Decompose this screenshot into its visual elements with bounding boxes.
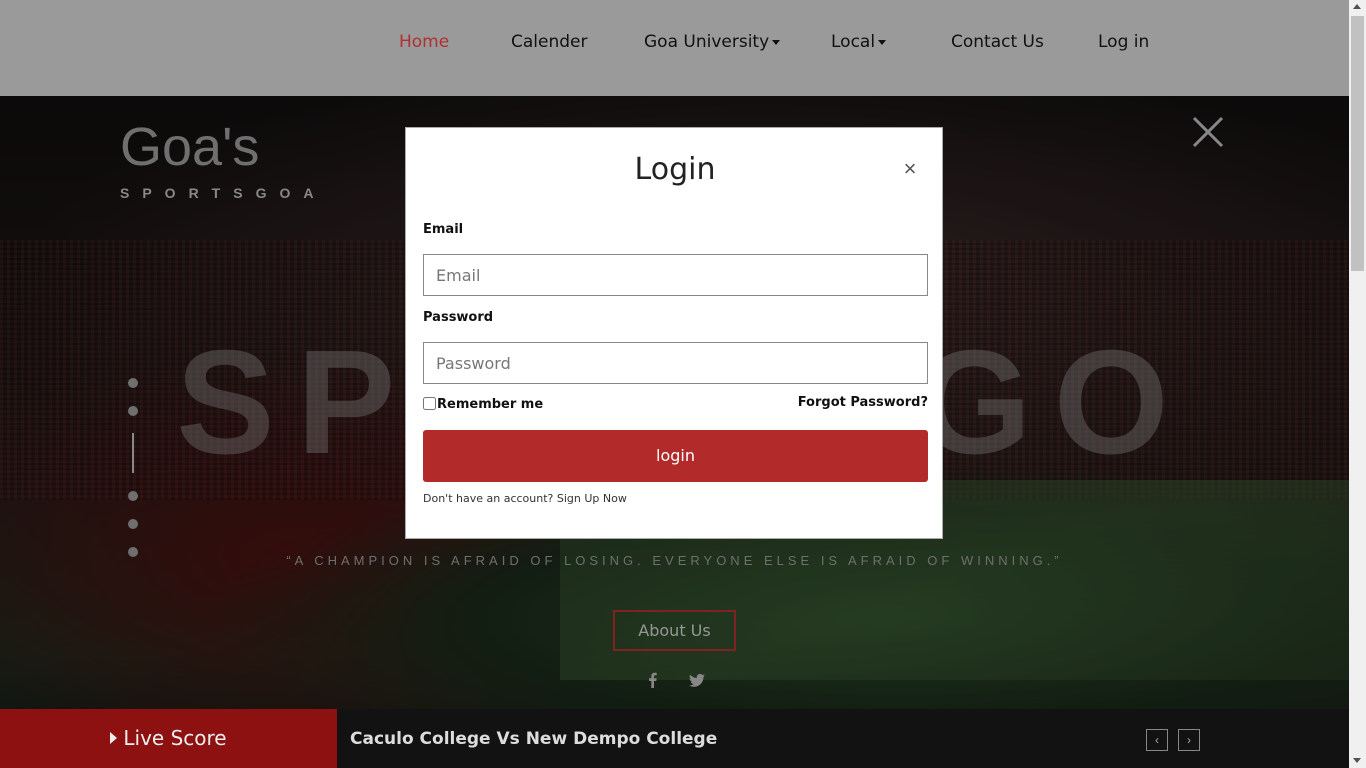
nav-log-in[interactable]: Log in — [1098, 32, 1149, 52]
brand-title: Goa's — [120, 117, 260, 177]
top-navbar: Home Calender Goa University Local Conta… — [0, 0, 1349, 96]
signup-prefix: Don't have an account? — [423, 492, 554, 505]
twitter-icon[interactable] — [689, 672, 705, 688]
password-field[interactable] — [423, 342, 928, 384]
login-modal: Login × Email Password Remember me Forgo… — [405, 127, 943, 539]
slider-dot[interactable] — [128, 491, 138, 501]
modal-title: Login — [634, 152, 716, 187]
live-match-title[interactable]: Caculo College Vs New Dempo College — [350, 729, 717, 749]
signup-text: Don't have an account? Sign Up Now — [423, 492, 627, 505]
close-icon[interactable] — [1190, 114, 1226, 150]
password-label: Password — [423, 310, 494, 325]
slider-dot[interactable] — [128, 519, 138, 529]
facebook-icon[interactable] — [645, 672, 661, 688]
scroll-up-icon[interactable] — [1353, 4, 1361, 9]
nav-local[interactable]: Local — [831, 32, 887, 52]
remember-me-checkbox[interactable] — [423, 397, 436, 410]
slider-dot-active[interactable] — [132, 433, 134, 473]
chevron-left-icon[interactable]: ‹ — [1146, 729, 1168, 751]
play-icon — [110, 731, 118, 744]
login-button[interactable]: login — [423, 430, 928, 482]
close-icon[interactable]: × — [900, 156, 920, 182]
caret-down-icon — [878, 39, 887, 45]
hero-quote: “A CHAMPION IS AFRAID OF LOSING. EVERYON… — [286, 553, 1063, 568]
nav-goa-university-label: Goa University — [644, 32, 770, 52]
slider-dot[interactable] — [128, 378, 138, 388]
remember-me-label: Remember me — [437, 397, 544, 412]
signup-link[interactable]: Sign Up Now — [557, 492, 627, 505]
scroll-down-icon[interactable] — [1353, 758, 1361, 763]
chevron-right-icon[interactable]: › — [1178, 729, 1200, 751]
live-score-text: Live Score — [123, 726, 227, 750]
brand-subtitle: SPORTSGOA — [120, 185, 327, 201]
nav-home[interactable]: Home — [399, 32, 449, 52]
email-label: Email — [423, 222, 464, 237]
nav-goa-university[interactable]: Goa University — [644, 32, 781, 52]
nav-calender[interactable]: Calender — [511, 32, 587, 52]
forgot-password-link[interactable]: Forgot Password? — [786, 395, 928, 410]
email-field[interactable] — [423, 254, 928, 296]
about-us-button[interactable]: About Us — [613, 610, 736, 651]
caret-down-icon — [772, 39, 781, 45]
scrollbar-thumb[interactable] — [1351, 16, 1364, 271]
nav-contact-us[interactable]: Contact Us — [951, 32, 1044, 52]
nav-local-label: Local — [831, 32, 876, 52]
slider-dot[interactable] — [128, 406, 138, 416]
live-score-label: Live Score — [0, 709, 337, 768]
remember-me[interactable]: Remember me — [423, 397, 543, 412]
